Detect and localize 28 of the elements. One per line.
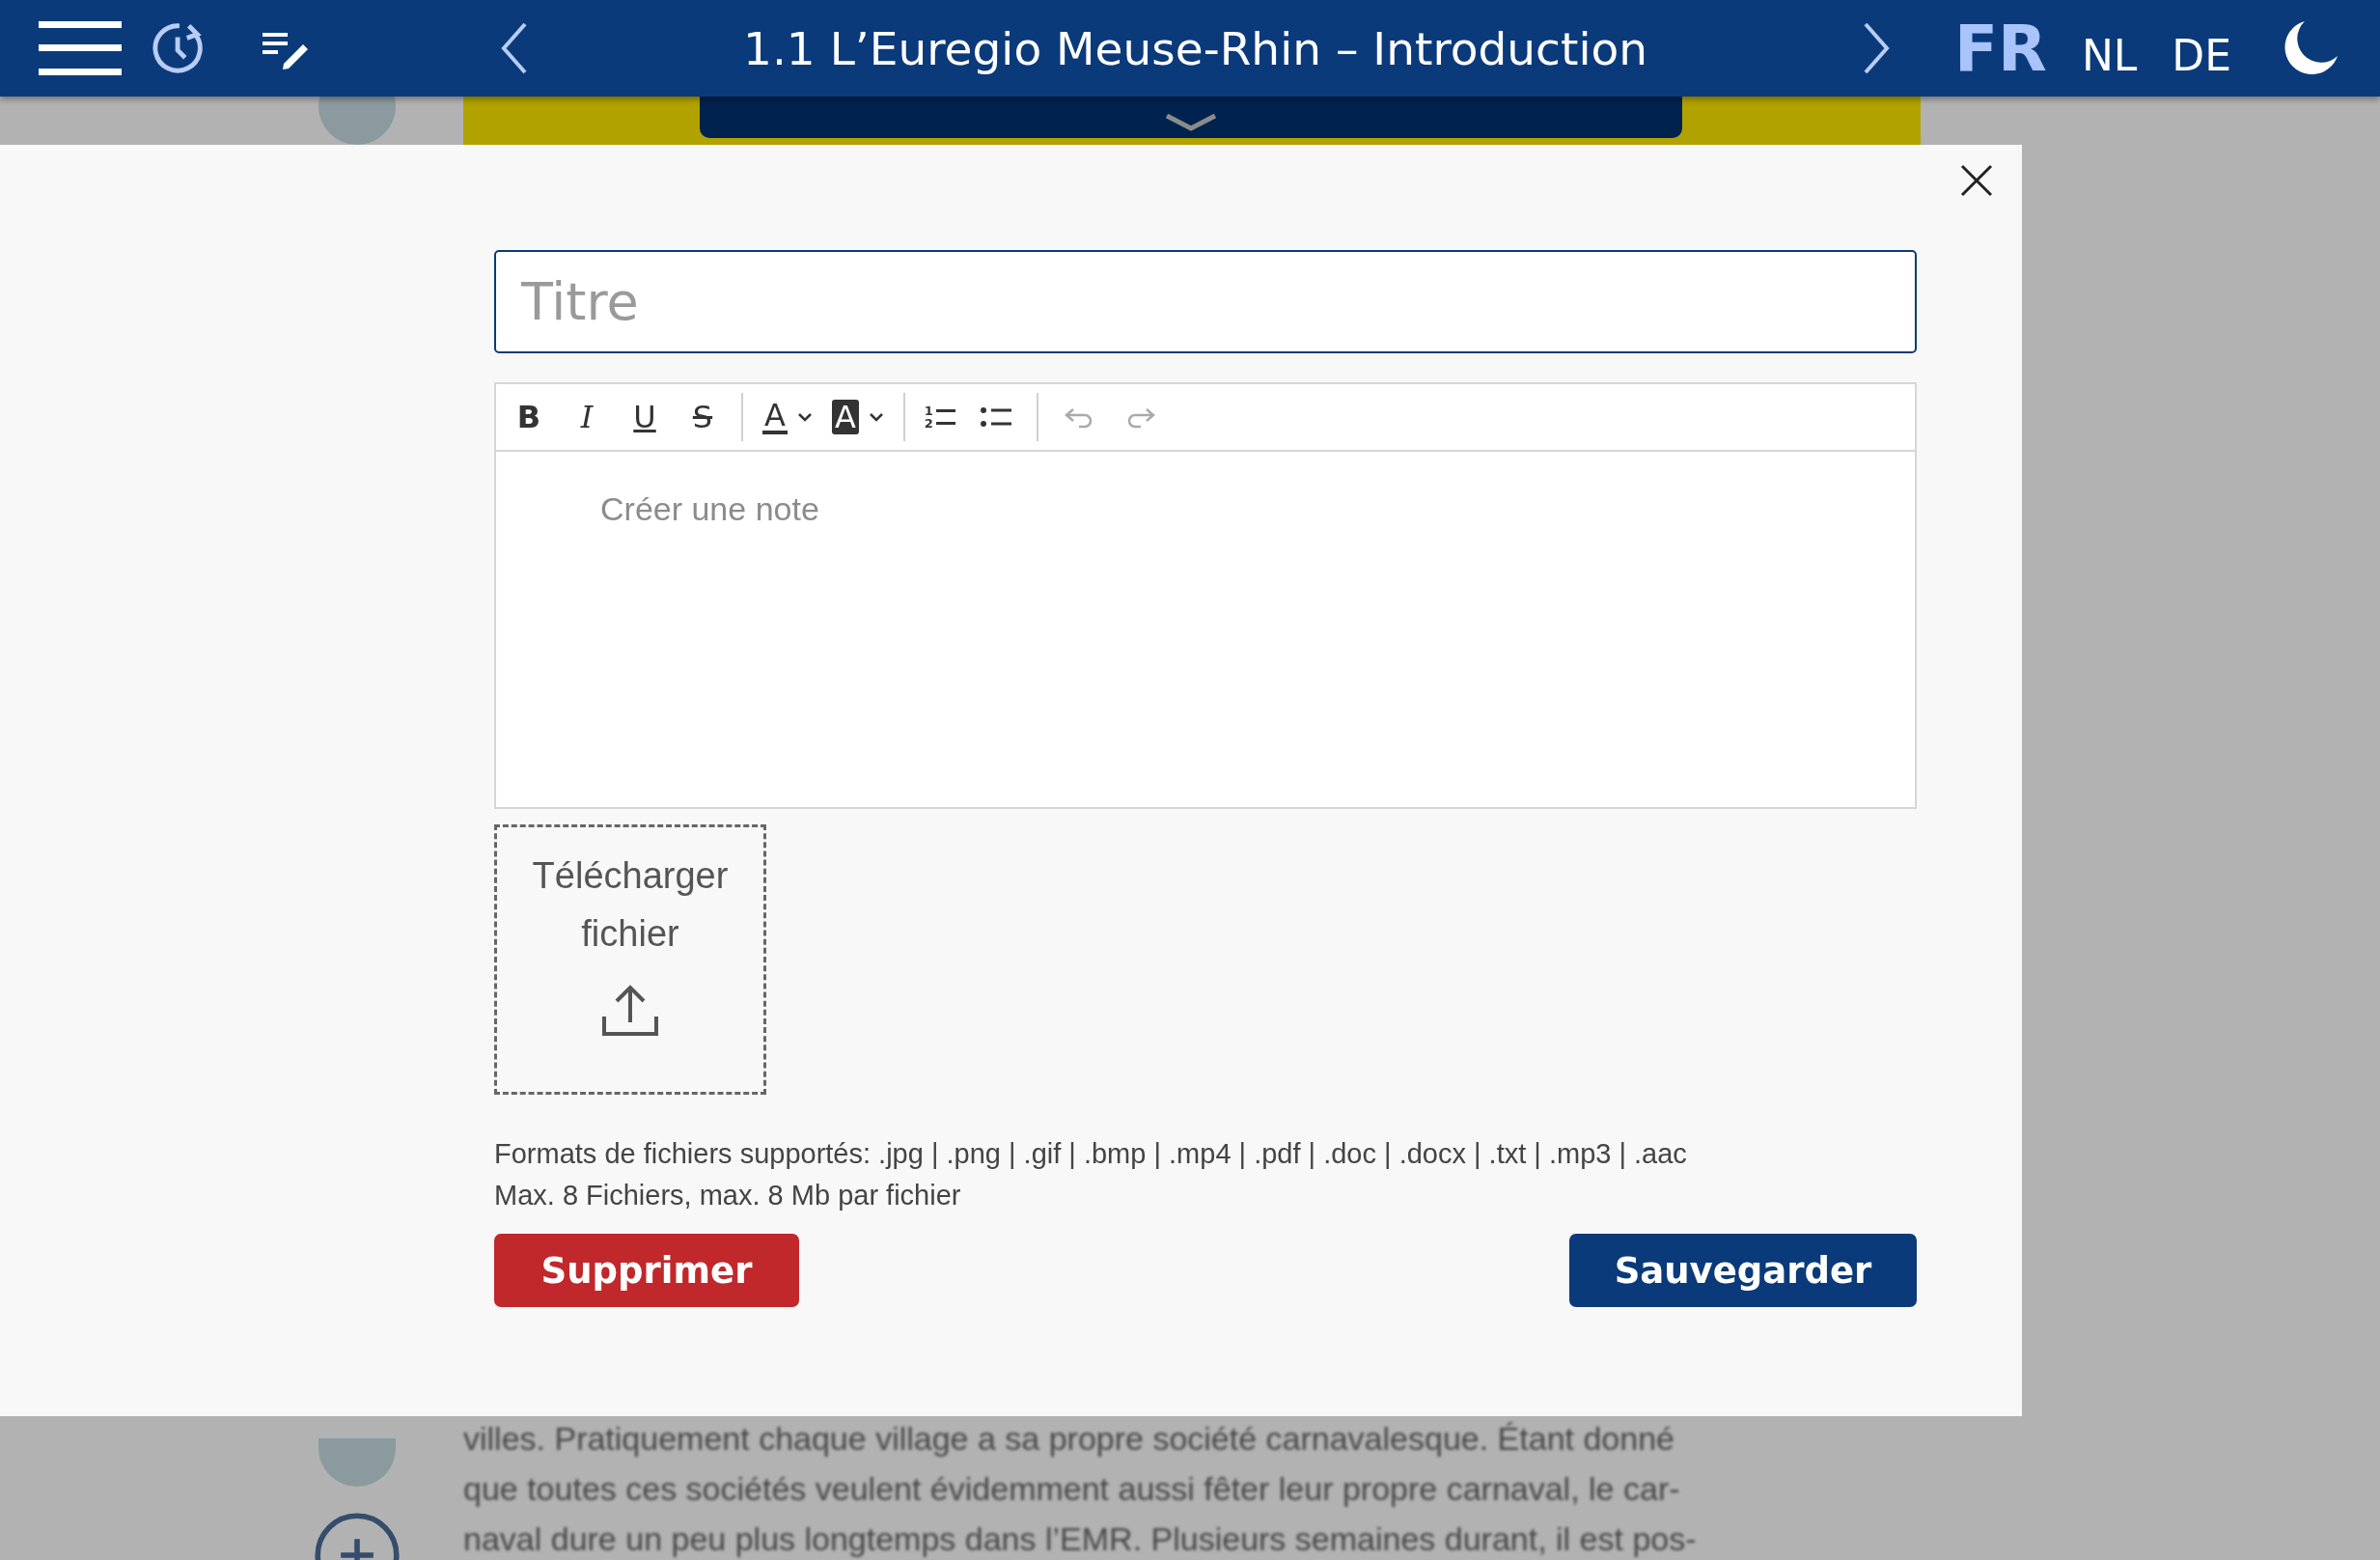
delete-button[interactable]: Supprimer [494, 1234, 799, 1307]
body-text: villes. Pratiquement chaque village a sa propre société carnavalesque. Étant donné [463, 1419, 1675, 1459]
body-text: naval dure un peu plus longtemps dans l’EMR. Plusieurs semaines durant, il est pos- [463, 1519, 1698, 1559]
previous-icon[interactable] [500, 21, 529, 75]
language-tab[interactable]: NL [2081, 30, 2138, 80]
caret-icon [868, 412, 884, 422]
file-upload-area[interactable]: Télécharger fichier [494, 824, 766, 1095]
upload-hint: Max. 8 Fichiers, max. 8 Mb par fichier [494, 1179, 962, 1212]
body-text: que toutes ces sociétés veulent évidemment aussi fêter leur propre carnaval, le car- [463, 1469, 1681, 1509]
chevron-down-icon [1164, 113, 1218, 132]
italic-button[interactable]: I [567, 402, 606, 432]
close-icon[interactable] [1960, 164, 1993, 197]
numbered-list-button[interactable]: 1 2 [924, 404, 955, 430]
bold-button[interactable]: B [510, 402, 548, 432]
underline-button[interactable]: U [625, 402, 664, 432]
text-color-button[interactable]: A [762, 400, 813, 434]
strikethrough-button[interactable]: S [683, 402, 722, 432]
language-tab[interactable]: DE [2172, 30, 2231, 80]
save-button[interactable]: Sauvegarder [1569, 1234, 1917, 1307]
moon-icon[interactable] [2282, 19, 2339, 77]
title-field[interactable]: Titre [494, 250, 1917, 353]
upload-hint: Formats de fichiers supportés: .jpg | .png | .gif | .bmp | .mp4 | .pdf | .doc | .docx | .txt | .mp3 | .aac [494, 1137, 1688, 1171]
caret-icon [796, 412, 813, 422]
bullet-list-button[interactable] [980, 405, 1011, 429]
chapter-title: 1.1 L’Euregio Meuse-Rhin – Introduction [742, 21, 1648, 75]
menu-icon[interactable] [39, 19, 122, 77]
upload-icon [601, 984, 659, 1038]
language-tab[interactable]: FR [1953, 11, 2047, 86]
